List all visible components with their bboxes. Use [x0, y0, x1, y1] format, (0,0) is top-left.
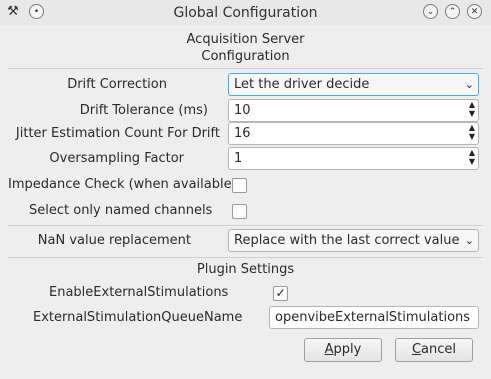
spin-arrows-icon[interactable]: ▲ ▼: [469, 100, 475, 118]
chevron-down-icon: ⌄: [464, 78, 474, 91]
drift-correction-value: Let the driver decide: [234, 77, 370, 92]
window-title: Global Configuration: [173, 5, 318, 21]
maximize-button[interactable]: ⌃: [445, 4, 460, 19]
apply-mnemonic: A: [324, 342, 334, 357]
named-channels-label: Select only named channels: [29, 203, 213, 218]
drift-tolerance-spinbox[interactable]: 10 ▲ ▼: [228, 99, 479, 122]
apply-button[interactable]: Apply: [304, 338, 382, 362]
divider: [8, 225, 483, 226]
drift-tolerance-label: Drift Tolerance (ms): [79, 103, 208, 118]
jitter-value: 16: [234, 126, 251, 141]
cancel-button[interactable]: Cancel: [395, 338, 473, 362]
divider: [8, 257, 483, 258]
section-title-line1: Acquisition Server: [186, 32, 305, 47]
spin-arrows-icon[interactable]: ▲ ▼: [469, 123, 475, 141]
title-bar: ⚒ • Global Configuration ⌄ ⌃ ✕: [0, 0, 491, 25]
nan-select[interactable]: Replace with the last correct value ⌄: [228, 229, 479, 252]
impedance-checkbox[interactable]: [232, 178, 247, 193]
plugin-settings-title: Plugin Settings: [196, 262, 295, 277]
drift-tolerance-value: 10: [234, 103, 251, 118]
queue-name-input[interactable]: openvibeExternalStimulations: [269, 306, 479, 329]
queue-name-label: ExternalStimulationQueueName: [33, 310, 243, 325]
queue-name-value: openvibeExternalStimulations: [275, 310, 471, 325]
oversampling-label: Oversampling Factor: [49, 151, 184, 166]
oversampling-spinbox[interactable]: 1 ▲ ▼: [228, 147, 479, 170]
section-title-line2: Configuration: [201, 49, 290, 64]
apply-label: pply: [333, 342, 362, 357]
drift-correction-select[interactable]: Let the driver decide ⌄: [228, 73, 479, 96]
minimize-button[interactable]: ⌄: [423, 4, 438, 19]
jitter-spinbox[interactable]: 16 ▲ ▼: [228, 122, 479, 145]
chevron-down-icon: ⌄: [464, 234, 474, 247]
chevron-up-icon: ⌃: [448, 7, 457, 17]
cancel-mnemonic: C: [411, 342, 422, 357]
impedance-label: Impedance Check (when available): [8, 177, 237, 192]
named-channels-checkbox[interactable]: [232, 204, 247, 219]
cancel-label: ancel: [421, 342, 457, 357]
drift-correction-label: Drift Correction: [67, 77, 167, 92]
close-button[interactable]: ✕: [467, 4, 482, 19]
ext-stim-checkbox[interactable]: ✓: [273, 286, 288, 301]
nan-value: Replace with the last correct value: [234, 233, 460, 248]
ext-stim-label: EnableExternalStimulations: [49, 285, 229, 300]
divider: [8, 68, 483, 69]
nan-label: NaN value replacement: [37, 233, 191, 248]
checkmark-icon: ✓: [275, 286, 286, 300]
jitter-label: Jitter Estimation Count For Drift: [15, 126, 220, 141]
spin-arrows-icon[interactable]: ▲ ▼: [469, 148, 475, 166]
close-icon: ✕: [470, 7, 479, 17]
chevron-down-icon: ⌄: [426, 7, 435, 17]
oversampling-value: 1: [234, 151, 243, 166]
